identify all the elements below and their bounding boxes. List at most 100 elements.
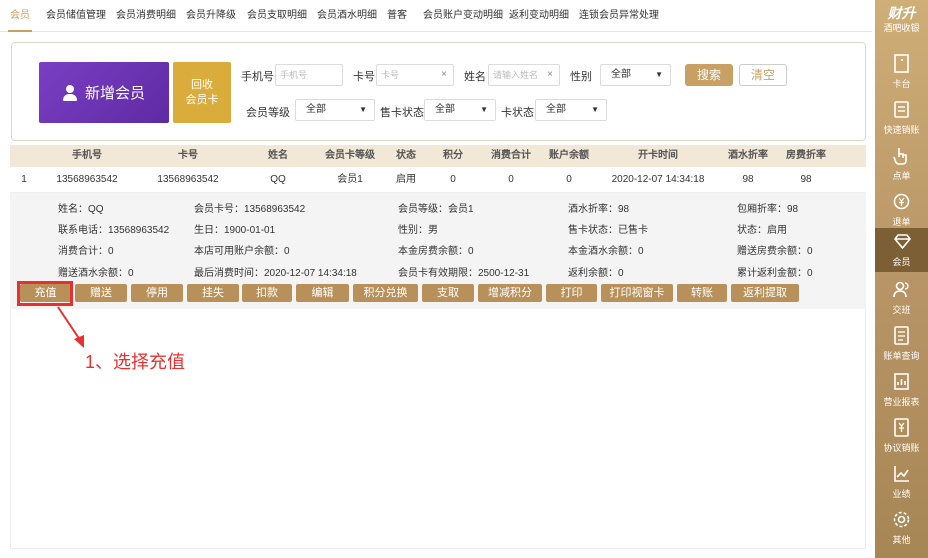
content-area — [10, 309, 866, 549]
transfer-button[interactable]: 转账 — [677, 284, 727, 302]
users-icon — [893, 281, 909, 298]
sidebar-item-order[interactable]: 点单 — [875, 142, 928, 188]
cell-room-discount: 98 — [800, 174, 812, 185]
clear-button[interactable]: 清空 — [739, 64, 787, 86]
tab-drinks[interactable]: 会员酒水明细 — [317, 0, 377, 32]
row-index: 1 — [21, 174, 27, 185]
detail-field: 售卡状态：已售卡 — [568, 225, 648, 236]
recycle-card-button[interactable]: 回收 会员卡 — [173, 62, 231, 123]
tab-withdraw[interactable]: 会员支取明细 — [247, 0, 307, 32]
report-loss-button[interactable]: 挂失 — [187, 284, 239, 302]
sidebar-item-agreement-checkout[interactable]: 协议销账 — [875, 414, 928, 460]
yen-refund-icon — [893, 193, 910, 210]
detail-field: 最后消费时间：2020-12-07 14:34:18 — [194, 268, 357, 279]
detail-field: 本店可用账户余额：0 — [194, 246, 290, 257]
phone-label: 手机号 — [241, 71, 274, 83]
cell-drink-discount: 98 — [742, 174, 754, 185]
cell-points: 0 — [450, 174, 456, 185]
sidebar-item-business-report[interactable]: 营业报表 — [875, 368, 928, 414]
sale-status-select[interactable]: 全部 ▼ — [424, 99, 496, 121]
column-header[interactable]: 房费折率 — [786, 145, 826, 167]
detail-field: 会员等级：会员1 — [398, 204, 474, 215]
brand-logo: 财升 酒吧收银 — [883, 5, 920, 33]
level-label: 会员等级 — [246, 107, 290, 119]
highlight-box — [17, 281, 73, 306]
sidebar-item-shift[interactable]: 交班 — [875, 276, 928, 322]
gear-icon — [893, 511, 910, 528]
tab-member[interactable]: 会员 — [8, 0, 32, 32]
tab-consumption[interactable]: 会员消费明细 — [116, 0, 176, 32]
detail-field: 返利余额：0 — [568, 268, 624, 279]
tab-level-change[interactable]: 会员升降级 — [186, 0, 236, 32]
detail-field: 累计返利金额：0 — [737, 268, 813, 279]
deduct-button[interactable]: 扣款 — [242, 284, 292, 302]
withdraw-button[interactable]: 支取 — [422, 284, 474, 302]
tab-rebate-change[interactable]: 返利变动明细 — [509, 0, 569, 32]
add-member-button[interactable]: 新增会员 — [39, 62, 169, 123]
hand-pointer-icon — [893, 148, 907, 165]
cell-name: QQ — [270, 174, 286, 185]
detail-field: 本金房费余额：0 — [398, 246, 474, 257]
sale-status-label: 售卡状态 — [380, 107, 424, 119]
column-header[interactable]: 手机号 — [72, 145, 102, 167]
document-icon — [894, 326, 909, 345]
name-input[interactable]: 请输入姓名 × — [488, 64, 560, 86]
card-input[interactable]: 卡号 × — [376, 64, 454, 86]
search-button[interactable]: 搜索 — [685, 64, 733, 86]
detail-field: 赠送酒水余额：0 — [58, 268, 134, 279]
sidebar-item-table[interactable]: 卡台 — [875, 50, 928, 96]
tab-chain-exception[interactable]: 连锁会员异常处理 — [579, 0, 659, 32]
column-header[interactable]: 酒水折率 — [728, 145, 768, 167]
detail-field: 性别：男 — [398, 225, 438, 236]
sidebar-item-performance[interactable]: 业绩 — [875, 460, 928, 506]
card-status-select[interactable]: 全部 ▼ — [535, 99, 607, 121]
annotation-text: 1、选择充值 — [85, 352, 186, 372]
gender-select[interactable]: 全部 ▼ — [600, 64, 671, 86]
column-header[interactable]: 账户余额 — [549, 145, 589, 167]
tab-account-change[interactable]: 会员账户变动明细 — [423, 0, 503, 32]
detail-field: 酒水折率：98 — [568, 204, 630, 215]
phone-input[interactable]: 手机号 — [275, 64, 343, 86]
detail-field: 消费合计：0 — [58, 246, 114, 257]
clear-icon[interactable]: × — [547, 65, 553, 85]
table-row[interactable]: 1 13568963542 13568963542 QQ 会员1 启用 0 0 … — [10, 167, 866, 193]
adjust-points-button[interactable]: 增减积分 — [478, 284, 542, 302]
sidebar-item-bill-query[interactable]: 账单查询 — [875, 322, 928, 368]
column-header[interactable]: 姓名 — [268, 145, 288, 167]
sidebar-item-quick-checkout[interactable]: 快速销账 — [875, 96, 928, 142]
column-header[interactable]: 会员卡等级 — [325, 145, 375, 167]
gift-button[interactable]: 赠送 — [75, 284, 127, 302]
rebate-withdraw-button[interactable]: 返利提取 — [731, 284, 799, 302]
cell-status: 启用 — [396, 174, 416, 185]
points-redeem-button[interactable]: 积分兑换 — [353, 284, 418, 302]
detail-field: 赠送房费余额：0 — [737, 246, 813, 257]
sidebar-item-other[interactable]: 其他 — [875, 506, 928, 552]
column-header[interactable]: 消费合计 — [491, 145, 531, 167]
caret-down-icon: ▼ — [655, 70, 663, 79]
cell-open-time: 2020-12-07 14:34:18 — [611, 174, 705, 185]
tab-regular-guest[interactable]: 普客 — [387, 0, 407, 32]
disable-button[interactable]: 停用 — [131, 284, 183, 302]
print-button[interactable]: 打印 — [546, 284, 597, 302]
yen-document-icon — [894, 418, 909, 437]
gender-label: 性别 — [570, 71, 592, 83]
detail-field: 会员卡有效期限：2500-12-31 — [398, 268, 530, 279]
column-header[interactable]: 状态 — [396, 145, 416, 167]
clear-icon[interactable]: × — [441, 65, 447, 85]
print-window-card-button[interactable]: 打印视窗卡 — [601, 284, 673, 302]
sidebar-item-member[interactable]: 会员 — [875, 228, 928, 272]
caret-down-icon: ▼ — [480, 105, 488, 114]
card-label: 卡号 — [353, 71, 375, 83]
detail-field: 姓名：QQ — [58, 204, 104, 215]
tab-stored-value[interactable]: 会员储值管理 — [46, 0, 106, 32]
column-header[interactable]: 卡号 — [178, 145, 198, 167]
column-header[interactable]: 积分 — [443, 145, 463, 167]
column-header[interactable]: 开卡时间 — [638, 145, 678, 167]
edit-button[interactable]: 编辑 — [296, 284, 349, 302]
cell-card: 13568963542 — [157, 174, 219, 185]
level-select[interactable]: 全部 ▼ — [295, 99, 375, 121]
cell-consumption: 0 — [508, 174, 514, 185]
detail-field: 会员卡号：13568963542 — [194, 204, 306, 215]
line-chart-icon — [894, 466, 909, 482]
cell-level: 会员1 — [337, 174, 363, 185]
